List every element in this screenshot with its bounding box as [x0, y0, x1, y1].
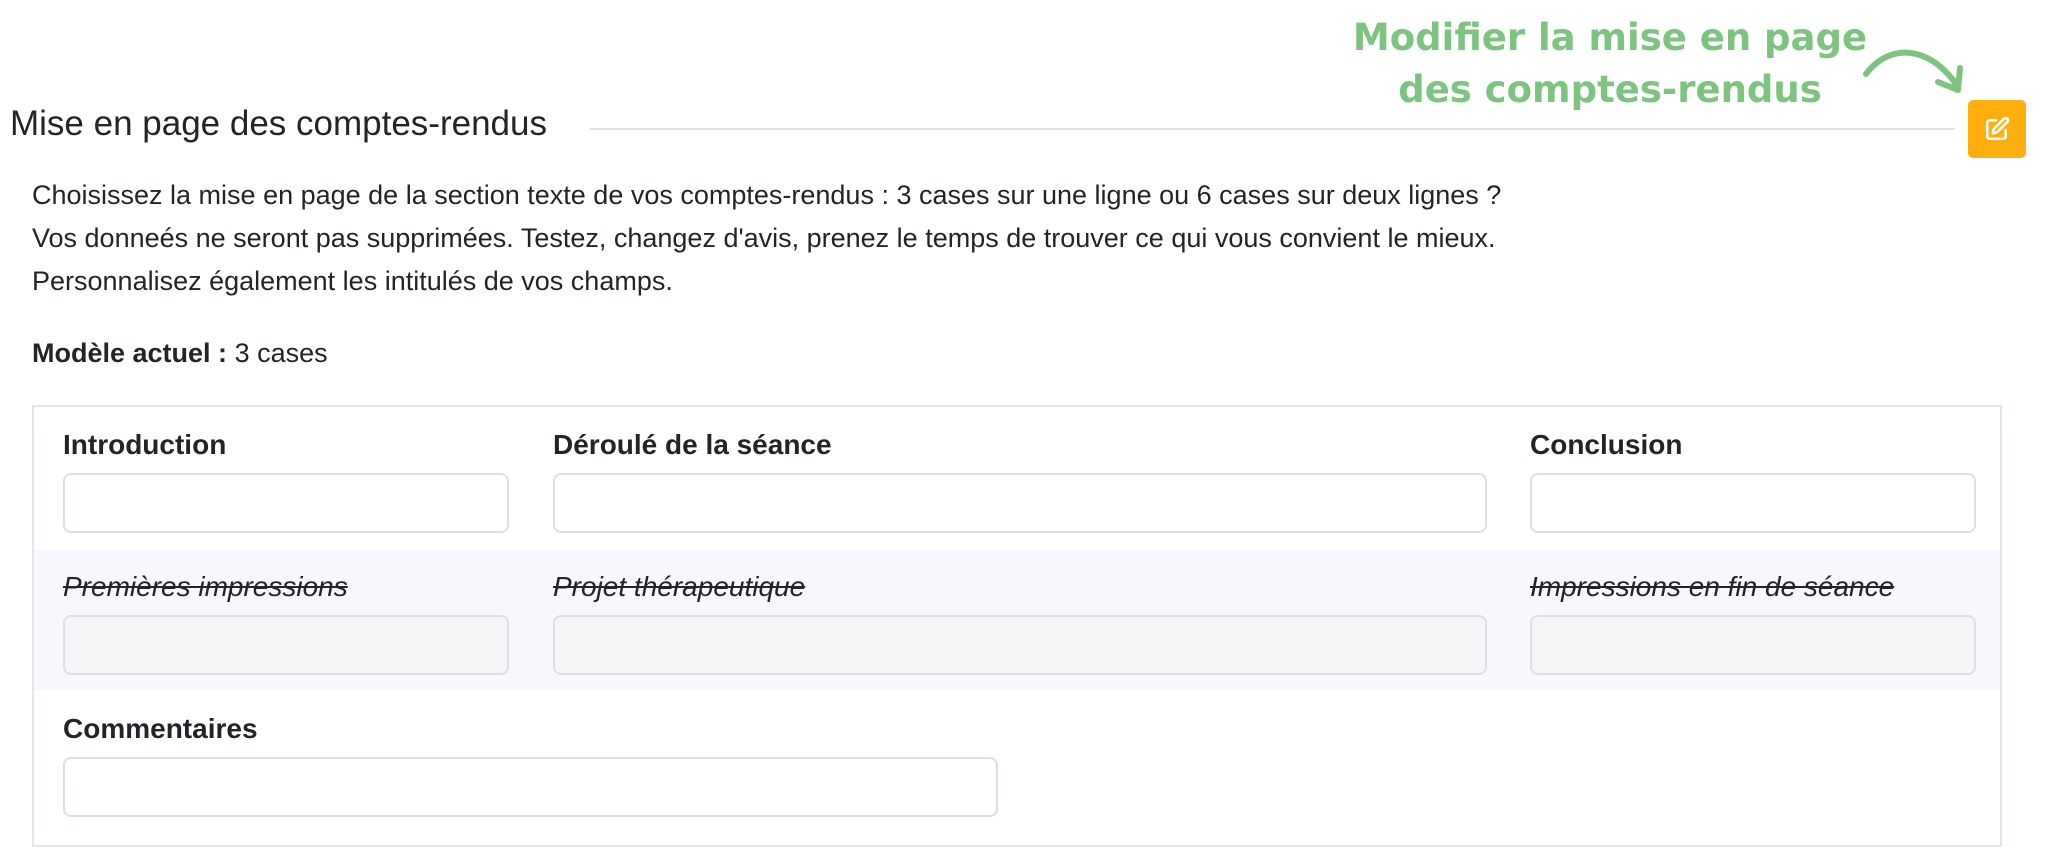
layout-preview-card: Introduction Déroulé de la séance Conclu… [32, 405, 2002, 847]
description-line-1: Choisissez la mise en page de la section… [32, 180, 1502, 210]
edit-icon [1985, 116, 2010, 141]
field-label-impressions-fin: Impressions en fin de séance [1530, 571, 1895, 602]
current-model-label: Modèle actuel : [32, 338, 228, 368]
premieres-impressions-field[interactable] [63, 615, 509, 675]
introduction-field[interactable] [63, 473, 509, 533]
curved-arrow-icon [1863, 49, 1963, 93]
callout-line-1: Modifier la mise en page [1352, 16, 1868, 59]
section-description: Choisissez la mise en page de la section… [32, 174, 1501, 303]
conclusion-field[interactable] [1530, 473, 1976, 533]
description-line-3: Personnalisez également les intitulés de… [32, 266, 673, 296]
impressions-fin-field[interactable] [1530, 615, 1976, 675]
current-model-value: 3 cases [234, 338, 328, 368]
field-label-introduction: Introduction [63, 429, 227, 460]
title-divider [590, 128, 1955, 130]
edit-layout-callout: Modifier la mise en page des comptes-ren… [1340, 12, 1880, 116]
edit-layout-button[interactable] [1968, 100, 2026, 158]
field-label-conclusion: Conclusion [1530, 429, 1683, 460]
field-label-projet-therapeutique: Projet thérapeutique [553, 571, 806, 602]
current-model: Modèle actuel : 3 cases [32, 332, 328, 375]
field-label-commentaires: Commentaires [63, 713, 258, 744]
section-title: Mise en page des comptes-rendus [10, 104, 547, 143]
deroule-field[interactable] [553, 473, 1487, 533]
projet-therapeutique-field[interactable] [553, 615, 1487, 675]
commentaires-field[interactable] [63, 757, 998, 817]
description-line-2: Vos donneés ne seront pas supprimées. Te… [32, 223, 1496, 253]
field-label-deroule: Déroulé de la séance [553, 429, 832, 460]
callout-line-2: des comptes-rendus [1398, 68, 1822, 111]
field-label-premieres-impressions: Premières impressions [63, 571, 348, 602]
